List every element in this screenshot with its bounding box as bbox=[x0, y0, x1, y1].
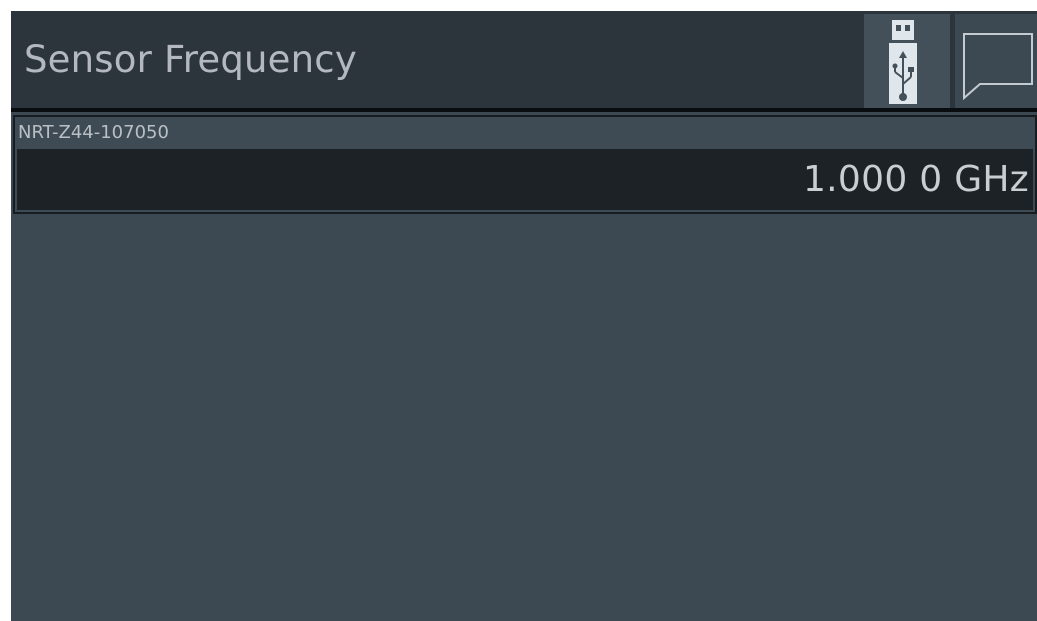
message-button[interactable] bbox=[955, 14, 1037, 108]
frequency-unit: GHz bbox=[954, 159, 1029, 200]
page-title: Sensor Frequency bbox=[24, 38, 357, 81]
instrument-screen: Sensor Frequency NRT-Z44-107050 1.000 0 … bbox=[11, 11, 1037, 621]
sensor-name-label: NRT-Z44-107050 bbox=[18, 122, 169, 143]
speech-bubble-icon bbox=[963, 33, 1033, 101]
usb-status-button[interactable] bbox=[864, 14, 950, 108]
sensor-frequency-panel: NRT-Z44-107050 1.000 0 GHz bbox=[13, 115, 1037, 214]
title-bar: Sensor Frequency bbox=[11, 11, 1037, 112]
frequency-value: 1.000 0 bbox=[802, 159, 943, 200]
frequency-readout: 1.000 0 GHz bbox=[803, 159, 1029, 200]
usb-stick-icon bbox=[889, 20, 917, 104]
frequency-value-field[interactable]: 1.000 0 GHz bbox=[17, 149, 1033, 210]
